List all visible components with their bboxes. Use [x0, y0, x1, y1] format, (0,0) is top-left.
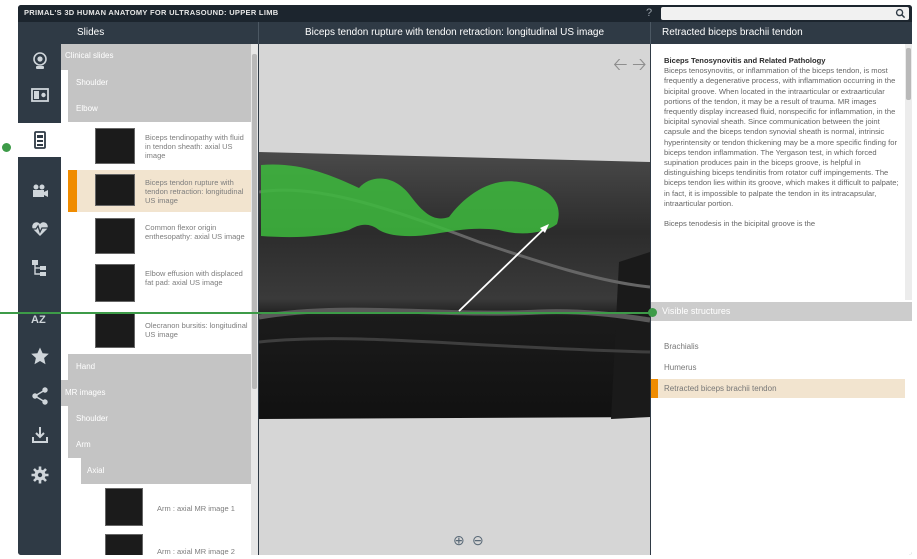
description-title: Biceps Tenosynovitis and Related Patholo…: [664, 56, 826, 65]
callout-line: [0, 312, 652, 314]
zoom-out-icon[interactable]: ⊖: [472, 532, 484, 549]
mr-thumbnail: [105, 488, 143, 526]
structure-item[interactable]: Brachialis: [651, 337, 905, 356]
title-bar: PRIMAL'S 3D HUMAN ANATOMY FOR ULTRASOUND…: [18, 5, 912, 24]
heartbeat-button[interactable]: [18, 212, 61, 246]
description-text: Biceps Tenosynovitis and Related Patholo…: [664, 56, 902, 239]
slides-scrollbar[interactable]: [251, 44, 258, 555]
description-paragraph: Biceps tenosynovitis, or inflammation of…: [664, 66, 899, 208]
search-box[interactable]: [661, 7, 909, 24]
slide-thumbnail: [95, 174, 135, 206]
star-icon: [30, 347, 49, 365]
scrollbar-thumb[interactable]: [906, 48, 911, 100]
info-header: Retracted biceps brachii tendon: [651, 22, 912, 44]
slide-label: Elbow effusion with displaced fat pad: a…: [145, 269, 243, 287]
mr-label: Arm : axial MR image 1: [157, 504, 235, 513]
slide-label: Olecranon bursitis: longitudinal US imag…: [145, 321, 248, 339]
hierarchy-button[interactable]: [18, 251, 61, 285]
slide-item[interactable]: Biceps tendinopathy with fluid in tendon…: [68, 124, 251, 170]
settings-icon: [31, 466, 48, 484]
mr-axial-category[interactable]: Axial: [81, 458, 251, 484]
share-icon: [31, 387, 48, 405]
callout-dot: [2, 143, 11, 152]
image-viewer: 🡠 🡢 ⊕ ⊖: [259, 44, 650, 555]
settings-button[interactable]: [18, 458, 61, 492]
clinical-slides-category[interactable]: Clinical slides: [61, 44, 251, 70]
slide-thumbnail: [95, 128, 135, 164]
elbow-category[interactable]: Elbow: [68, 96, 251, 122]
selection-marker: [68, 170, 77, 212]
svg-text:AZ: AZ: [31, 314, 46, 326]
favorites-button[interactable]: [18, 339, 61, 373]
app-window: PRIMAL'S 3D HUMAN ANATOMY FOR ULTRASOUND…: [18, 5, 912, 555]
slide-item[interactable]: Common flexor origin enthesopathy: axial…: [68, 214, 251, 258]
app-title: PRIMAL'S 3D HUMAN ANATOMY FOR ULTRASOUND…: [24, 8, 279, 17]
description-scrollbar[interactable]: [905, 44, 912, 300]
search-icon[interactable]: [895, 8, 906, 19]
help-icon[interactable]: ?: [646, 7, 652, 19]
hierarchy-icon: [31, 260, 46, 276]
download-icon: [31, 427, 48, 443]
slide-label: Common flexor origin enthesopathy: axial…: [145, 223, 245, 241]
slide-item-selected[interactable]: Biceps tendon rupture with tendon retrac…: [68, 170, 251, 212]
share-button[interactable]: [18, 379, 61, 413]
zoom-in-icon[interactable]: ⊕: [453, 532, 465, 549]
skull-button[interactable]: [18, 44, 61, 78]
slide-item[interactable]: Elbow effusion with displaced fat pad: a…: [68, 260, 251, 306]
slide-thumbnail: [95, 312, 135, 348]
info-panel: Biceps Tenosynovitis and Related Patholo…: [651, 44, 912, 555]
mr-item[interactable]: Arm : axial MR image 1: [93, 486, 251, 528]
mr-label: Arm : axial MR image 2: [157, 547, 235, 555]
split-view-icon: [30, 88, 49, 102]
slide-thumbnail: [95, 264, 135, 302]
video-icon: [32, 184, 48, 197]
split-view-button[interactable]: [18, 78, 61, 112]
skull-icon: [32, 52, 47, 69]
viewer-header: Biceps tendon rupture with tendon retrac…: [259, 22, 650, 44]
icon-rail: AZ: [18, 44, 61, 555]
slide-label: Biceps tendinopathy with fluid in tendon…: [145, 133, 244, 160]
structure-item[interactable]: Humerus: [651, 358, 905, 377]
description-paragraph: Biceps tenodesis in the bicipital groove…: [664, 219, 816, 229]
slides-button[interactable]: [18, 123, 61, 157]
slides-icon: [33, 131, 46, 149]
scrollbar-thumb[interactable]: [252, 54, 257, 389]
ultrasound-image[interactable]: [259, 152, 650, 419]
previous-arrow-icon[interactable]: 🡠: [613, 52, 628, 82]
callout-dot: [648, 308, 657, 317]
slides-panel: Clinical slides Shoulder Elbow Biceps te…: [61, 44, 258, 555]
video-button[interactable]: [18, 174, 61, 208]
mr-arm-category[interactable]: Arm: [68, 432, 251, 458]
mr-shoulder-category[interactable]: Shoulder: [68, 406, 251, 432]
slide-thumbnail: [95, 218, 135, 254]
hand-category[interactable]: Hand: [68, 354, 251, 380]
structure-item-selected[interactable]: Retracted biceps brachii tendon: [651, 379, 905, 398]
mr-images-category[interactable]: MR images: [61, 380, 251, 406]
mr-item[interactable]: Arm : axial MR image 2: [93, 532, 251, 555]
visible-structures-header: Visible structures: [651, 302, 912, 321]
next-arrow-icon[interactable]: 🡢: [632, 52, 647, 82]
slides-header: Slides: [61, 22, 258, 44]
az-button[interactable]: AZ: [18, 303, 61, 337]
shoulder-category[interactable]: Shoulder: [68, 70, 251, 96]
slide-item[interactable]: Olecranon bursitis: longitudinal US imag…: [68, 308, 251, 352]
download-button[interactable]: [18, 418, 61, 452]
mr-thumbnail: [105, 534, 143, 555]
slide-label: Biceps tendon rupture with tendon retrac…: [145, 178, 244, 205]
heartbeat-icon: [30, 222, 49, 236]
